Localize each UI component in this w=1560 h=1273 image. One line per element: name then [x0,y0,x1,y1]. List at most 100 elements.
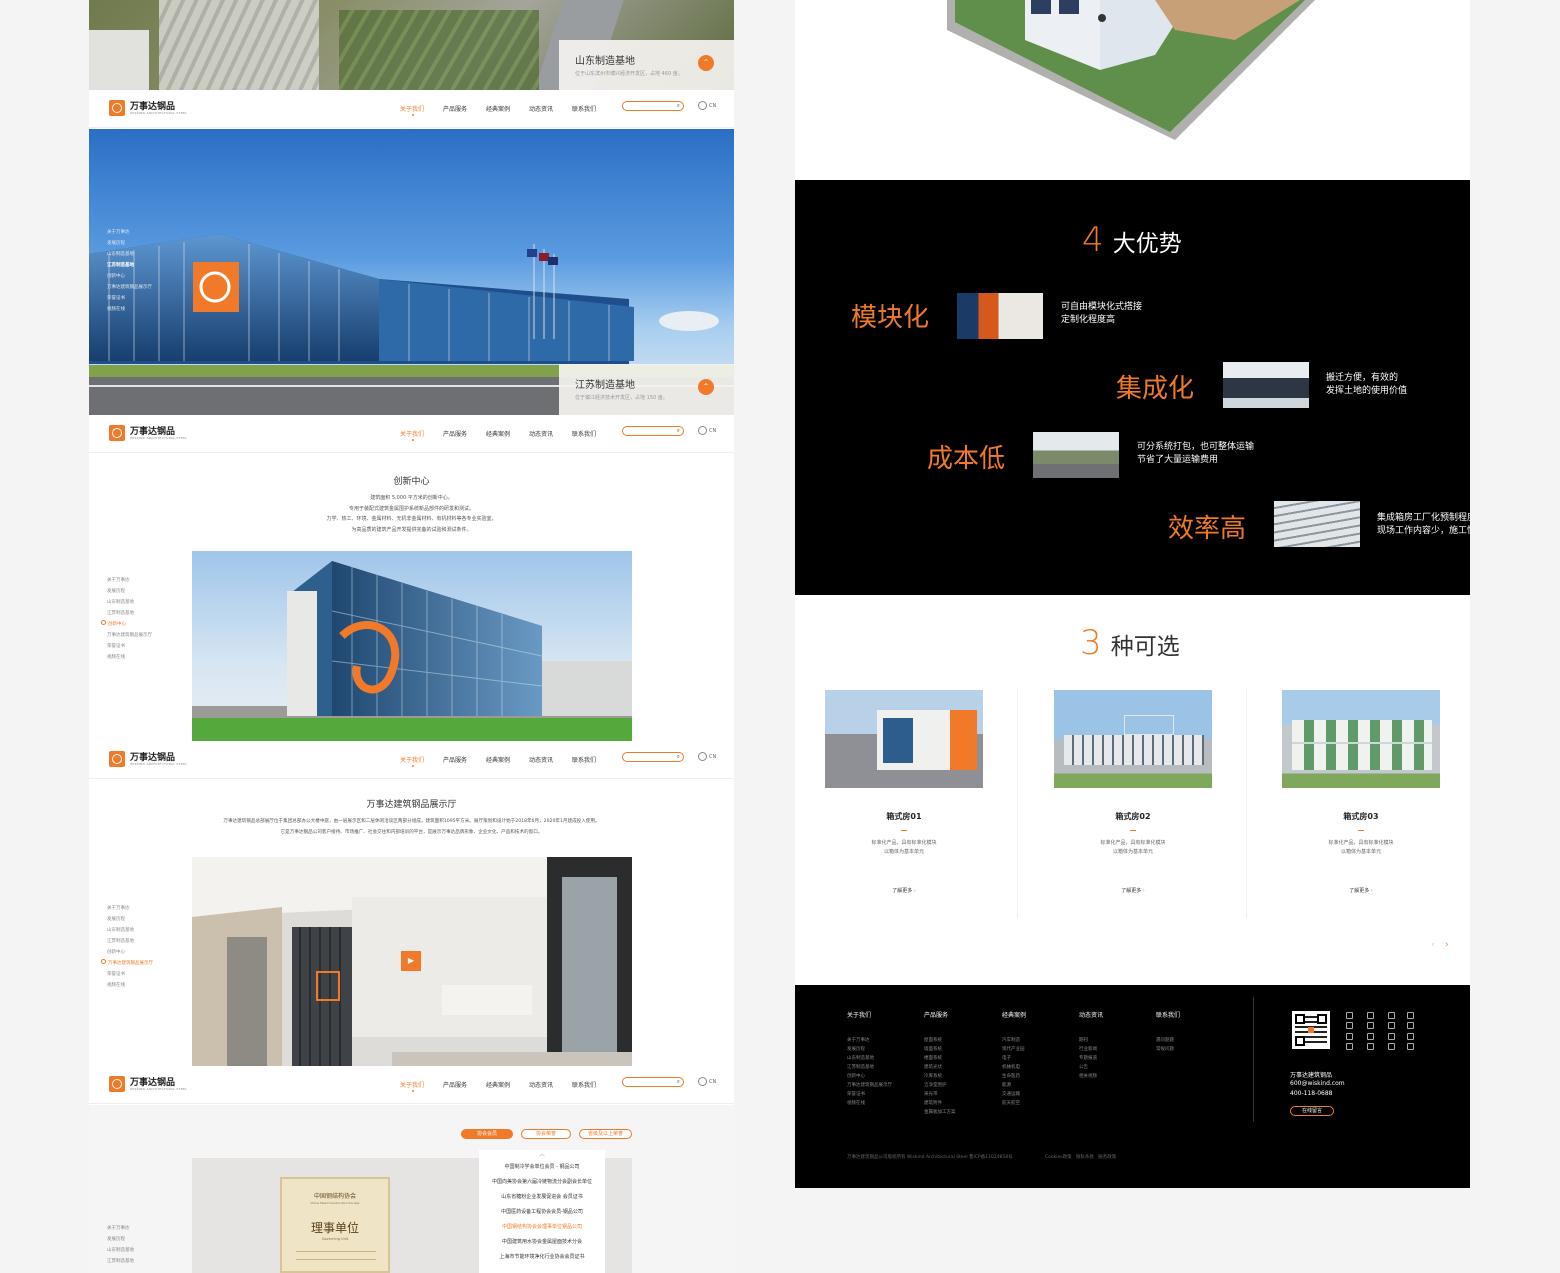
map-icon[interactable] [1367,1043,1374,1050]
honor-list-item[interactable]: 中国制冷学会单位会员 - 钢品公司 [479,1160,605,1175]
news-icon[interactable] [1367,1022,1374,1029]
side-nav-item[interactable]: 发展历程 [107,914,153,925]
side-nav-item[interactable]: 江苏制造基地 [107,260,152,271]
side-nav-item[interactable]: 视频在线 [107,980,153,991]
tab-association-honor[interactable]: 协会荣誉 [521,1129,571,1139]
footer-link[interactable]: 发展历程 [847,1045,892,1054]
footer-link[interactable]: 金属板加工方案 [924,1108,956,1117]
footer-link[interactable]: 荣誉证书 [847,1090,892,1099]
honor-list-item[interactable]: 山东省糖粉企业发展促进会 会员证书 [479,1190,605,1205]
footer-link[interactable]: 公告 [1079,1063,1097,1072]
footer-policy-link[interactable]: Cookies政策 [1045,1155,1072,1160]
footer-link[interactable]: 相关视频 [1079,1072,1097,1081]
side-nav-item[interactable]: 发展历程 [107,238,152,249]
footer-link[interactable]: 机械机电 [1002,1063,1025,1072]
footer-link[interactable]: 视频在线 [847,1099,892,1108]
nav-about[interactable]: 关于我们 [400,429,424,441]
message-icon[interactable] [1367,1033,1374,1040]
footer-link[interactable]: 能源 [1002,1081,1025,1090]
honor-list-item[interactable]: 中国建筑用水协会金属屋面技术分会 [479,1235,605,1250]
chevron-up-icon[interactable]: ︿ [479,1150,605,1160]
footer-link[interactable]: 江苏制造基地 [847,1063,892,1072]
honor-list-item[interactable]: 中国向美协会第六届冷链物流分会副会长单位 [479,1175,605,1190]
weibo-icon[interactable] [1367,1012,1374,1019]
nav-products[interactable]: 产品服务 [443,1080,467,1089]
footer-link[interactable]: 关于万事达 [847,1036,892,1045]
side-nav-item[interactable]: 江苏制造基地 [107,936,153,947]
wechat-icon[interactable] [1346,1012,1353,1019]
side-nav-item[interactable]: 创新中心 [107,619,152,630]
nav-news[interactable]: 动态资讯 [529,1080,553,1089]
side-nav-item[interactable]: 荣誉证书 [107,641,152,652]
nav-cases[interactable]: 经典案例 [486,429,510,438]
footer-link[interactable]: 现代产业园 [1002,1045,1025,1054]
side-nav-item[interactable]: 江苏制造基地 [107,1256,134,1267]
tab-association-member[interactable]: 协会会员 [461,1129,513,1139]
side-nav-item[interactable]: 发展历程 [107,586,152,597]
nav-contact[interactable]: 联系我们 [572,104,596,113]
play-icon[interactable] [1407,1022,1414,1029]
side-nav-item[interactable]: 山东制造基地 [107,925,153,936]
footer-link[interactable]: 航天航空 [1002,1099,1025,1108]
search-icon[interactable]: ⌕ [677,102,680,110]
footer-phone[interactable]: 400-118-0688 [1290,1090,1333,1097]
expand-button[interactable]: ⌃ [698,55,714,71]
search-icon[interactable]: ⌕ [677,427,680,435]
nav-news[interactable]: 动态资讯 [529,429,553,438]
search-icon[interactable]: ⌕ [677,1078,680,1086]
brand-logo-icon[interactable] [109,1076,125,1092]
tab-provincial-honor[interactable]: 省级及以上荣誉 [579,1129,632,1139]
carousel-next-icon[interactable]: › [1445,940,1449,950]
footer-policy-link[interactable]: 隐私条款 [1076,1155,1094,1160]
footer-link[interactable]: 楼面系统 [924,1054,956,1063]
side-nav-item[interactable]: 万事达建筑钢品展示厅 [107,630,152,641]
nav-about[interactable]: 关于我们 [400,104,424,116]
stream-icon[interactable] [1407,1043,1414,1050]
side-nav-item[interactable]: 山东制造基地 [107,249,152,260]
side-nav-item[interactable]: 视频在线 [107,652,152,663]
footer-link[interactable]: 汽车制造 [1002,1036,1025,1045]
side-nav-item[interactable]: 创新中心 [107,947,153,958]
option-card[interactable]: 箱式房01 标准化产品，具有标准化模块 以箱体为基本单元 了解更多 › [825,690,983,894]
nav-products[interactable]: 产品服务 [443,755,467,764]
nav-cases[interactable]: 经典案例 [486,104,510,113]
footer-link[interactable]: 交通运输 [1002,1090,1025,1099]
footer-link[interactable]: 屋面系统 [924,1036,956,1045]
search-input[interactable]: ⌕ [622,101,684,111]
side-nav-item[interactable]: 荣誉证书 [107,969,153,980]
brand-logo-icon[interactable] [109,425,125,441]
option-card[interactable]: 箱式房02 标准化产品，具有标准化模块 以箱体为基本单元 了解更多 › [1054,690,1212,894]
app-icon[interactable] [1388,1012,1395,1019]
footer-link[interactable]: 墙面系统 [924,1045,956,1054]
footer-link[interactable]: 生命医药 [1002,1072,1025,1081]
search-icon[interactable]: ⌕ [677,753,680,761]
brand-logo-icon[interactable] [109,751,125,767]
footer-link[interactable]: 冷库系统 [924,1072,956,1081]
learn-more-link[interactable]: 了解更多 › [1282,887,1440,894]
side-nav-item[interactable]: 江苏制造基地 [107,608,152,619]
side-nav-item[interactable]: 万事达建筑钢品展示厅 [107,282,152,293]
carousel-prev-icon[interactable]: ‹ [1431,940,1435,950]
share-icon[interactable] [1388,1033,1395,1040]
language-switch[interactable]: CN [698,101,716,110]
footer-link[interactable]: 创新中心 [847,1072,892,1081]
mail-icon[interactable] [1346,1033,1353,1040]
brand-logo-icon[interactable] [109,100,125,116]
nav-cases[interactable]: 经典案例 [486,755,510,764]
side-nav-item[interactable]: 关于万事达 [107,575,152,586]
footer-link[interactable]: 建筑附件 [924,1099,956,1108]
star-icon[interactable] [1388,1043,1395,1050]
side-nav-item[interactable]: 荣誉证书 [107,293,152,304]
nav-cases[interactable]: 经典案例 [486,1080,510,1089]
search-input[interactable]: ⌕ [622,752,684,762]
footer-link[interactable]: 采光带 [924,1090,956,1099]
nav-contact[interactable]: 联系我们 [572,1080,596,1089]
honor-list-item[interactable]: 上海市节能环境净化行业协会会员证书 [479,1250,605,1265]
nav-contact[interactable]: 联系我们 [572,755,596,764]
phone-icon[interactable] [1346,1043,1353,1050]
nav-about[interactable]: 关于我们 [400,1080,424,1092]
expand-button[interactable]: ⌃ [698,379,714,395]
play-video-button[interactable]: ▶ [401,951,421,971]
footer-link[interactable]: 专题报道 [1079,1054,1097,1063]
footer-link[interactable]: 行业新闻 [1079,1045,1097,1054]
